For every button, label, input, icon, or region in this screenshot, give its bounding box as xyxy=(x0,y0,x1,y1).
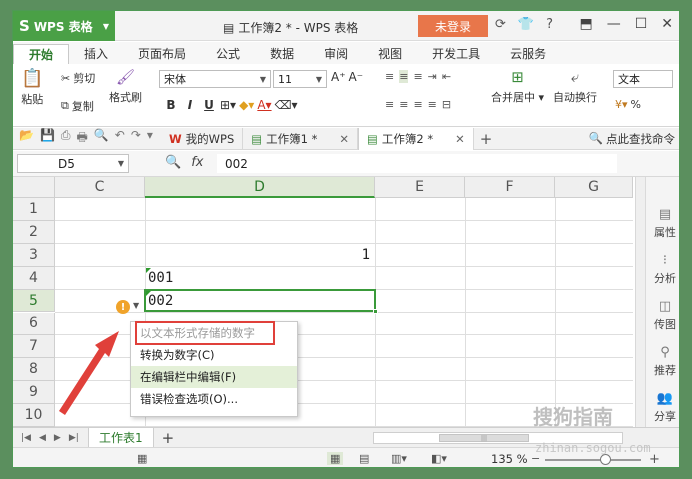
red-arrow-icon xyxy=(59,331,119,415)
watermark-brand: 搜狗指南 xyxy=(533,405,613,429)
annotation-arrow xyxy=(59,331,119,415)
wps-window: S WPS 表格 ▼ ▤ 工作簿2 * - WPS 表格 未登录 ⟳ 👕 ? ⬒… xyxy=(12,10,680,468)
watermark-url: zhinan.sogou.com xyxy=(535,441,651,455)
